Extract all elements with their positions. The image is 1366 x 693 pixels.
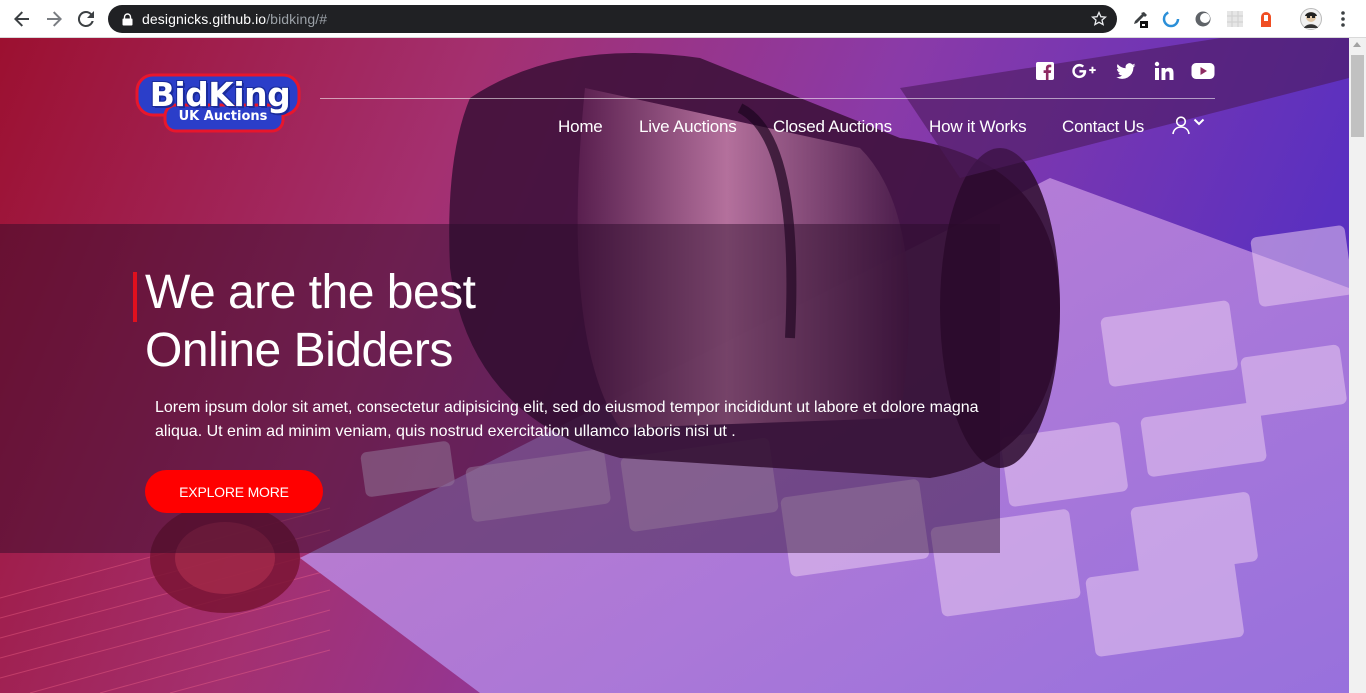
chevron-down-icon <box>1193 118 1205 126</box>
twitter-icon[interactable] <box>1115 60 1137 82</box>
hero-title: We are the best Online Bidders <box>145 264 476 380</box>
nav-home[interactable]: Home <box>558 117 603 137</box>
linkedin-icon[interactable] <box>1153 60 1175 82</box>
url-path: /bidking/# <box>266 11 328 27</box>
dark-mode-extension-icon[interactable] <box>1194 10 1212 28</box>
google-plus-icon[interactable] <box>1070 60 1100 82</box>
hero-description: Lorem ipsum dolor sit amet, consectetur … <box>155 399 979 440</box>
eyedropper-extension-icon[interactable] <box>1131 10 1149 28</box>
scrollbar-thumb[interactable] <box>1351 55 1364 137</box>
user-icon <box>1172 116 1190 135</box>
grid-extension-icon[interactable] <box>1226 10 1244 28</box>
bidking-logo[interactable]: BidKing UK Auctions <box>135 73 301 135</box>
explore-more-button[interactable]: EXPLORE MORE <box>145 470 323 513</box>
reload-icon <box>77 10 94 27</box>
user-account-menu[interactable] <box>1171 114 1207 136</box>
logo-subtitle: UK Auctions <box>178 109 268 124</box>
arrow-right-icon <box>47 11 62 27</box>
lock-icon <box>122 12 133 26</box>
refresh-extension-icon[interactable] <box>1162 10 1180 28</box>
forward-button[interactable] <box>38 3 70 35</box>
hero-section: BidKing UK Auctions Home Live Auctions C… <box>0 38 1349 693</box>
scroll-up-arrow-icon[interactable] <box>1353 42 1361 47</box>
browser-menu-icon[interactable] <box>1336 9 1350 29</box>
hero-title-line-2: Online Bidders <box>145 324 453 377</box>
nav-contact-us[interactable]: Contact Us <box>1062 117 1144 137</box>
page-scrollbar[interactable] <box>1349 38 1366 693</box>
recorder-extension-icon[interactable] <box>1257 10 1275 28</box>
back-button[interactable] <box>6 3 38 35</box>
arrow-left-icon <box>14 11 29 27</box>
bookmark-star-icon[interactable] <box>1091 11 1107 27</box>
facebook-icon[interactable] <box>1034 60 1056 82</box>
url-host: designicks.github.io <box>142 11 267 27</box>
reload-button[interactable] <box>70 3 102 35</box>
nav-live-auctions[interactable]: Live Auctions <box>639 117 737 137</box>
avatar[interactable] <box>1300 8 1322 30</box>
hero-accent-bar <box>133 272 137 322</box>
url-text: designicks.github.io/bidking/# <box>142 11 327 27</box>
browser-toolbar: designicks.github.io/bidking/# <box>0 0 1366 38</box>
header-divider <box>320 98 1215 99</box>
hero-title-line-1: We are the best <box>145 266 476 319</box>
nav-closed-auctions[interactable]: Closed Auctions <box>773 117 892 137</box>
address-bar[interactable]: designicks.github.io/bidking/# <box>108 5 1117 33</box>
youtube-icon[interactable] <box>1191 60 1215 82</box>
nav-how-it-works[interactable]: How it Works <box>929 117 1027 137</box>
